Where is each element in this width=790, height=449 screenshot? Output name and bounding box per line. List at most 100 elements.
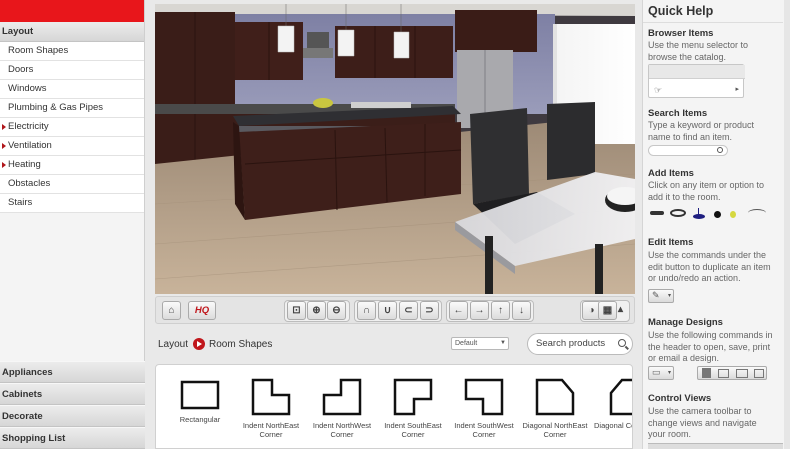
- catalog-item-indent-southwest[interactable]: Indent SouthWest Corner: [448, 377, 520, 439]
- help-text-manage: Use the following commands in the header…: [648, 330, 773, 363]
- help-text-add: Click on any item or option to add it to…: [648, 180, 765, 202]
- hq-render-button[interactable]: HQ: [188, 301, 216, 320]
- rotate-left-icon: ⊂: [404, 305, 413, 316]
- catalog-item-diagonal-partial[interactable]: Diagonal Co: [588, 377, 632, 430]
- catalog-item-rectangular[interactable]: Rectangular: [164, 377, 236, 424]
- pan-up-button[interactable]: ↑: [491, 301, 510, 320]
- arrow-left-icon: ←: [453, 305, 464, 316]
- breadcrumb-layout[interactable]: Layout: [158, 339, 188, 350]
- open-button-preview: ▭ ▾: [648, 366, 674, 380]
- zoom-in-button[interactable]: ⊕: [307, 301, 326, 320]
- sidebar-section-shopping-list[interactable]: Shopping List: [0, 427, 145, 449]
- sidebar-item-plumbing[interactable]: Plumbing & Gas Pipes: [0, 99, 144, 118]
- catalog-item-diagonal-northeast[interactable]: Diagonal NorthEast Corner: [519, 377, 591, 439]
- sidebar-section-layout[interactable]: Layout: [0, 22, 144, 42]
- help-text-edit: Use the commands under the edit button t…: [648, 250, 771, 283]
- rotate-left-button[interactable]: ⊂: [399, 301, 418, 320]
- sidebar-section-appliances[interactable]: Appliances: [0, 361, 145, 383]
- catalog-items: Rectangular Indent NorthEast Corner Inde…: [155, 364, 633, 449]
- orbit-down-icon: ∪: [383, 305, 392, 316]
- chevron-down-icon: ▾: [667, 370, 671, 376]
- sidebar-item-obstacles[interactable]: Obstacles: [0, 175, 144, 194]
- pan-down-button[interactable]: ↓: [512, 301, 531, 320]
- print-icon: [718, 369, 729, 378]
- sidebar-item-room-shapes[interactable]: Room Shapes: [0, 42, 144, 61]
- orbit-up-button[interactable]: ∩: [357, 301, 376, 320]
- sidebar-item-heating[interactable]: Heating: [0, 156, 144, 175]
- sidebar-bottom-sections: Appliances Cabinets Decorate Shopping Li…: [0, 361, 145, 449]
- catalog-item-label: Rectangular: [179, 415, 221, 424]
- catalog-item-indent-southeast[interactable]: Indent SouthEast Corner: [377, 377, 449, 439]
- help-text-control: Use the camera toolbar to change views a…: [648, 406, 757, 439]
- pan-right-button[interactable]: →: [470, 301, 489, 320]
- sidebar-item-ventilation[interactable]: Ventilation: [0, 137, 144, 156]
- pan-left-button[interactable]: ←: [449, 301, 468, 320]
- item-icon: [670, 209, 686, 217]
- rectangular-shape-icon: [180, 380, 220, 410]
- catalog-item-indent-northwest[interactable]: Indent NorthWest Corner: [306, 377, 378, 439]
- main-area: ⌂ HQ ⊡ ⊕ ⊖ ∩ ∪ ⊂ ⊃ ← → ↑ ↓ ◑ ▦ ▴ Layout …: [145, 0, 642, 449]
- orbit-down-button[interactable]: ∪: [378, 301, 397, 320]
- design-actions-preview: [697, 366, 767, 380]
- view-3d-icon: ◑: [588, 305, 595, 316]
- 3d-room-view[interactable]: [155, 4, 635, 294]
- home-view-button[interactable]: ⌂: [162, 301, 181, 320]
- catalog-header: Layout Room Shapes Default Search produc…: [155, 332, 635, 358]
- toolbar-preview: [648, 443, 783, 449]
- sidebar-item-stairs[interactable]: Stairs: [0, 194, 144, 213]
- quick-help-panel: Quick Help Browser Items Use the menu se…: [642, 0, 790, 449]
- zoom-out-icon: ⊖: [332, 305, 341, 316]
- item-icon: [730, 211, 736, 218]
- add-items-preview: [648, 208, 778, 222]
- sidebar-item-label: Stairs: [8, 197, 33, 208]
- sidebar-item-doors[interactable]: Doors: [0, 61, 144, 80]
- sidebar-item-label: Windows: [8, 83, 47, 94]
- breadcrumb-arrow-icon: [193, 338, 205, 350]
- indent-northwest-shape-icon: [322, 378, 362, 416]
- item-icon: [714, 211, 721, 218]
- help-scrollbar[interactable]: [784, 0, 790, 449]
- sidebar-section-decorate[interactable]: Decorate: [0, 405, 145, 427]
- search-icon: [717, 147, 723, 153]
- caret-up-icon: ▴: [617, 304, 624, 315]
- view-menu-toggle[interactable]: ▴: [614, 301, 627, 320]
- zoom-out-button[interactable]: ⊖: [327, 301, 346, 320]
- search-placeholder: Search products: [536, 338, 606, 349]
- help-heading-manage: Manage Designs: [648, 317, 723, 328]
- help-text-browser: Use the menu selector to browse the cata…: [648, 40, 749, 62]
- expand-arrow-icon: [2, 162, 6, 168]
- sidebar-item-label: Plumbing & Gas Pipes: [8, 102, 104, 113]
- sidebar-item-windows[interactable]: Windows: [0, 80, 144, 99]
- sidebar-item-label: Doors: [8, 64, 34, 75]
- cursor-icon: ☞: [654, 85, 663, 95]
- search-icon[interactable]: [618, 339, 626, 347]
- sort-select[interactable]: Default: [451, 337, 509, 350]
- diagonal-northeast-shape-icon: [535, 378, 575, 416]
- hq-label: HQ: [194, 305, 210, 316]
- sidebar-section-cabinets[interactable]: Cabinets: [0, 383, 145, 405]
- home-icon: ⌂: [168, 305, 175, 316]
- help-heading-control: Control Views: [648, 393, 712, 404]
- quick-help-title: Quick Help: [648, 4, 714, 18]
- arrow-up-icon: ↑: [498, 305, 503, 316]
- help-heading-search: Search Items: [648, 108, 708, 119]
- help-heading-add: Add Items: [648, 168, 694, 179]
- catalog-item-label: Indent SouthEast Corner: [384, 421, 442, 439]
- sidebar-items: Room Shapes Doors Windows Plumbing & Gas…: [0, 42, 144, 213]
- help-text-search: Type a keyword or product name to find a…: [648, 120, 755, 142]
- help-heading-edit: Edit Items: [648, 237, 694, 248]
- zoom-fit-button[interactable]: ⊡: [287, 301, 306, 320]
- search-preview: [648, 145, 728, 156]
- catalog-item-indent-northeast[interactable]: Indent NorthEast Corner: [235, 377, 307, 439]
- browser-preview: ☞ ▸: [648, 64, 745, 98]
- indent-southeast-shape-icon: [393, 378, 433, 416]
- sidebar-item-electricity[interactable]: Electricity: [0, 118, 144, 137]
- catalog-sidebar: Layout Room Shapes Doors Windows Plumbin…: [0, 0, 145, 449]
- search-input[interactable]: Search products: [527, 333, 633, 355]
- diagonal-shape-icon: [609, 378, 632, 416]
- rotate-right-button[interactable]: ⊃: [420, 301, 439, 320]
- item-icon: [748, 209, 766, 217]
- catalog-item-label: Indent SouthWest Corner: [454, 421, 514, 439]
- item-icon: [650, 211, 664, 215]
- list-icon: [754, 369, 764, 378]
